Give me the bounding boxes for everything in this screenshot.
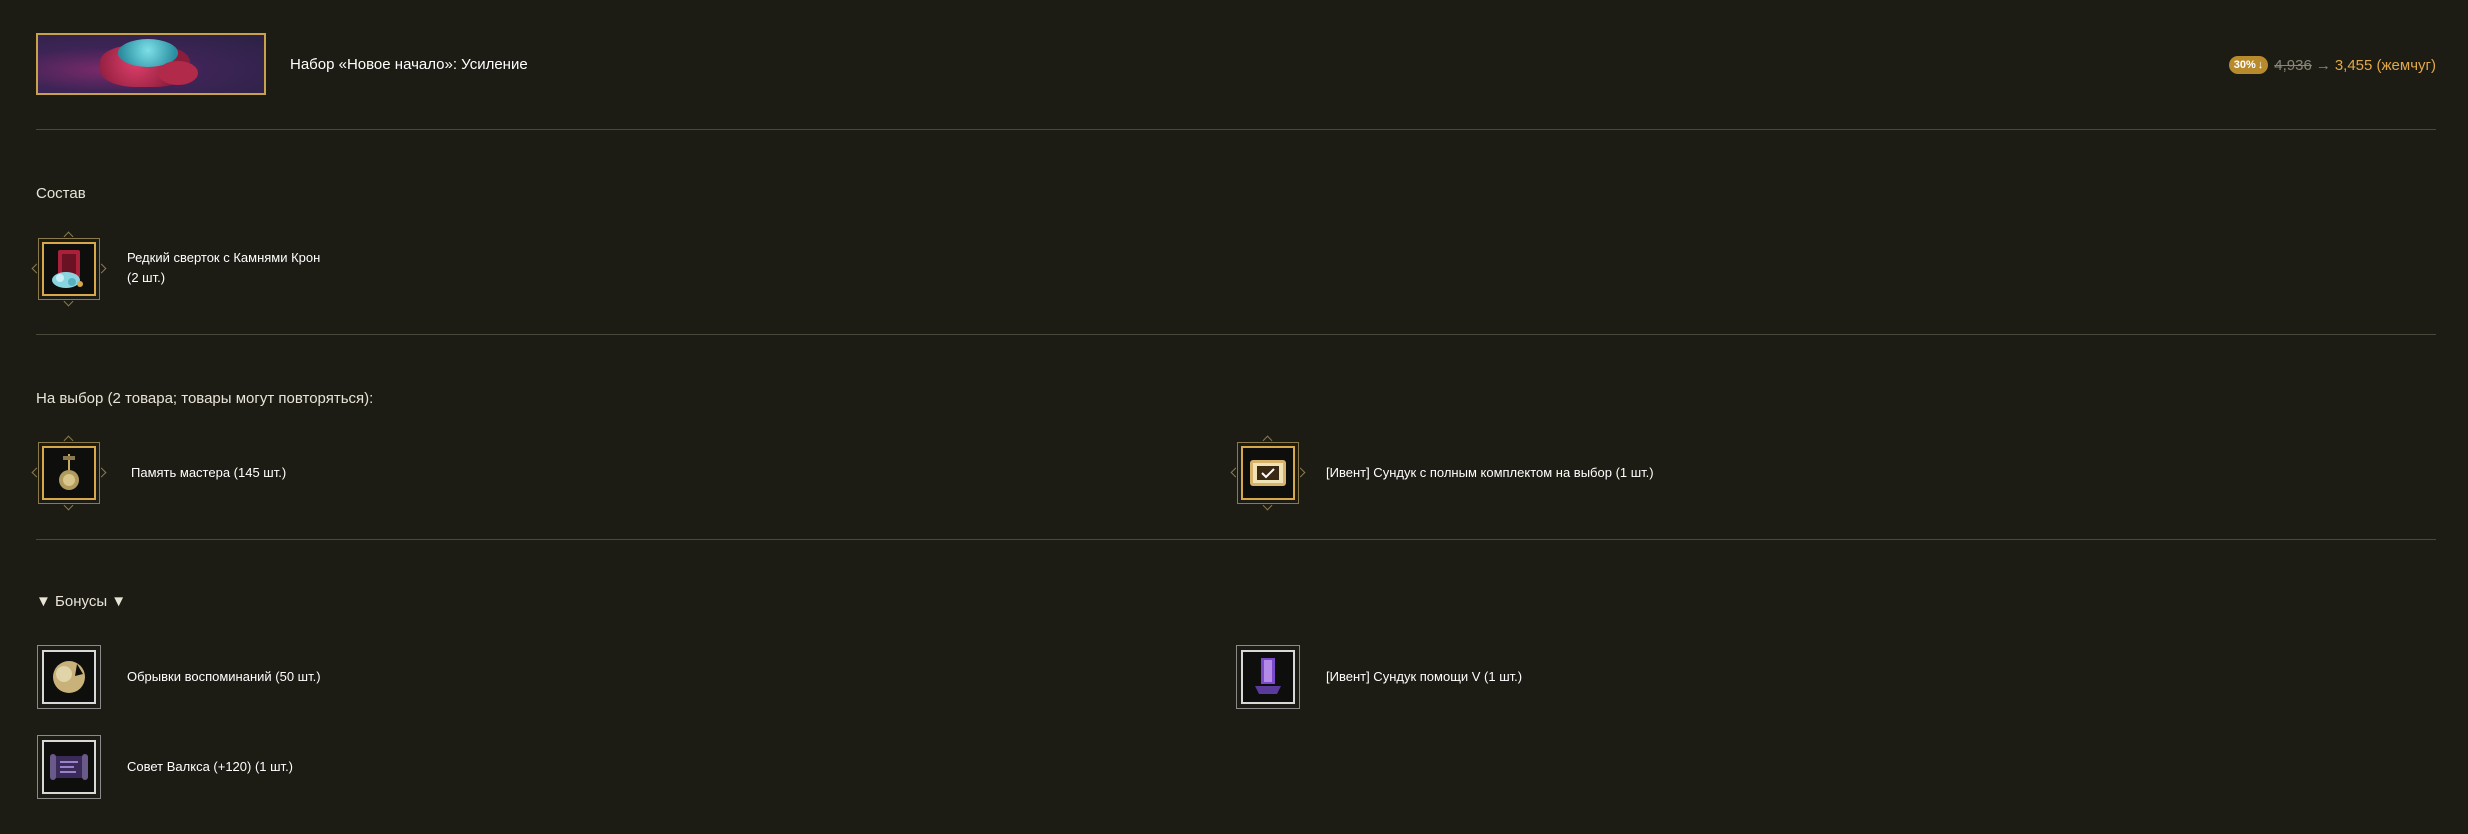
divider — [36, 334, 2436, 335]
divider — [36, 129, 2436, 130]
valks-advice-scroll-icon — [36, 734, 102, 800]
bonus-item[interactable]: [Ивент] Сундук помощи V (1 шт.) — [1235, 644, 1735, 710]
full-set-chest-icon — [1230, 435, 1306, 511]
memory-fragment-icon — [36, 644, 102, 710]
help-chest-icon — [1235, 644, 1301, 710]
master-memory-icon — [31, 435, 107, 511]
bonus-item[interactable]: Совет Валкса (+120) (1 шт.) — [36, 734, 436, 800]
choice-item[interactable]: [Ивент] Сундук с полным комплектом на вы… — [1230, 435, 1835, 511]
product-header: Набор «Новое начало»: Усиление 30% ↓ 4,9… — [36, 33, 2436, 97]
divider — [36, 539, 2436, 540]
product-banner-image — [36, 33, 266, 95]
item-label: [Ивент] Сундук помощи V (1 шт.) — [1326, 669, 1523, 684]
product-title: Набор «Новое начало»: Усиление — [290, 56, 528, 73]
bonuses-title[interactable]: ▼ Бонусы ▼ — [36, 593, 126, 610]
item-label: Совет Валкса (+120) (1 шт.) — [127, 759, 294, 774]
crown-stones-bundle-icon — [31, 231, 107, 307]
item-label: Память мастера (145 шт.) — [131, 465, 287, 480]
choice-title: На выбор (2 товара; товары могут повторя… — [36, 390, 374, 407]
old-price: 4,936 — [2274, 56, 2312, 74]
composition-item[interactable]: Редкий сверток с Камнями Крон (2 шт.) — [31, 231, 436, 307]
item-label: [Ивент] Сундук с полным комплектом на вы… — [1326, 465, 1654, 480]
item-label: Обрывки воспоминаний (50 шт.) — [127, 669, 321, 684]
composition-title: Состав — [36, 185, 86, 202]
bonus-item[interactable]: Обрывки воспоминаний (50 шт.) — [36, 644, 436, 710]
price-arrow: → — [2315, 56, 2331, 74]
item-label: Редкий сверток с Камнями Крон (2 шт.) — [127, 250, 321, 285]
choice-item[interactable]: Память мастера (145 шт.) — [31, 435, 436, 511]
discount-badge: 30% ↓ — [2228, 56, 2269, 74]
new-price: 3,455 (жемчуг) — [2334, 56, 2436, 74]
price-block: 30% ↓ 4,936 → 3,455 (жемчуг) — [2228, 56, 2436, 74]
discount-down-arrow-icon: ↓ — [2257, 59, 2264, 71]
